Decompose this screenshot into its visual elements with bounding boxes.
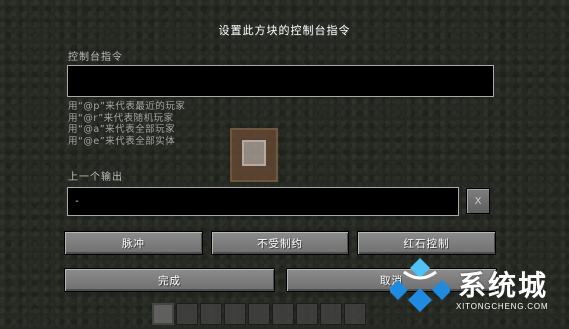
hotbar-slot[interactable]	[200, 303, 222, 325]
hotbar-slot[interactable]	[176, 303, 198, 325]
site-watermark: 系统城 XITONGCHENG.COM	[390, 258, 560, 324]
watermark-brand: 系统城	[458, 269, 549, 302]
hotbar-slot[interactable]	[224, 303, 246, 325]
dialog-title: 设置此方块的控制台指令	[218, 24, 351, 37]
done-button[interactable]: 完成	[64, 268, 275, 292]
hotbar-slot[interactable]	[320, 303, 342, 325]
redstone-control-button[interactable]: 红石控制	[357, 231, 496, 255]
command-input[interactable]	[67, 65, 494, 97]
hotbar-slot[interactable]	[296, 303, 318, 325]
unconditional-button[interactable]: 不受制约	[211, 231, 349, 255]
hotbar	[152, 303, 368, 325]
hint-all-entities: 用“@e”来代表全部实体	[68, 135, 176, 147]
command-label: 控制台指令	[68, 52, 123, 63]
hint-random-player: 用“@r”来代表随机玩家	[68, 112, 174, 124]
hint-nearest-player: 用“@p”来代表最近的玩家	[68, 101, 186, 112]
hotbar-slot[interactable]	[152, 303, 174, 325]
watermark-url: XITONGCHENG.COM	[456, 302, 549, 311]
hotbar-slot[interactable]	[344, 303, 366, 325]
previous-output-label: 上一个输出	[68, 172, 123, 183]
watermark-logo-icon	[390, 258, 450, 312]
clear-output-button[interactable]: X	[466, 188, 490, 214]
previous-output-field: -	[67, 187, 459, 216]
command-block-face	[242, 140, 266, 166]
hint-all-players: 用“@a”来代表全部玩家	[68, 124, 176, 135]
selector-hints: 用“@p”来代表最近的玩家 用“@r”来代表随机玩家 用“@a”来代表全部玩家 …	[68, 101, 185, 147]
command-block-icon	[230, 128, 278, 182]
hotbar-slot[interactable]	[272, 303, 294, 325]
impulse-mode-button[interactable]: 脉冲	[64, 231, 203, 255]
hotbar-slot[interactable]	[248, 303, 270, 325]
